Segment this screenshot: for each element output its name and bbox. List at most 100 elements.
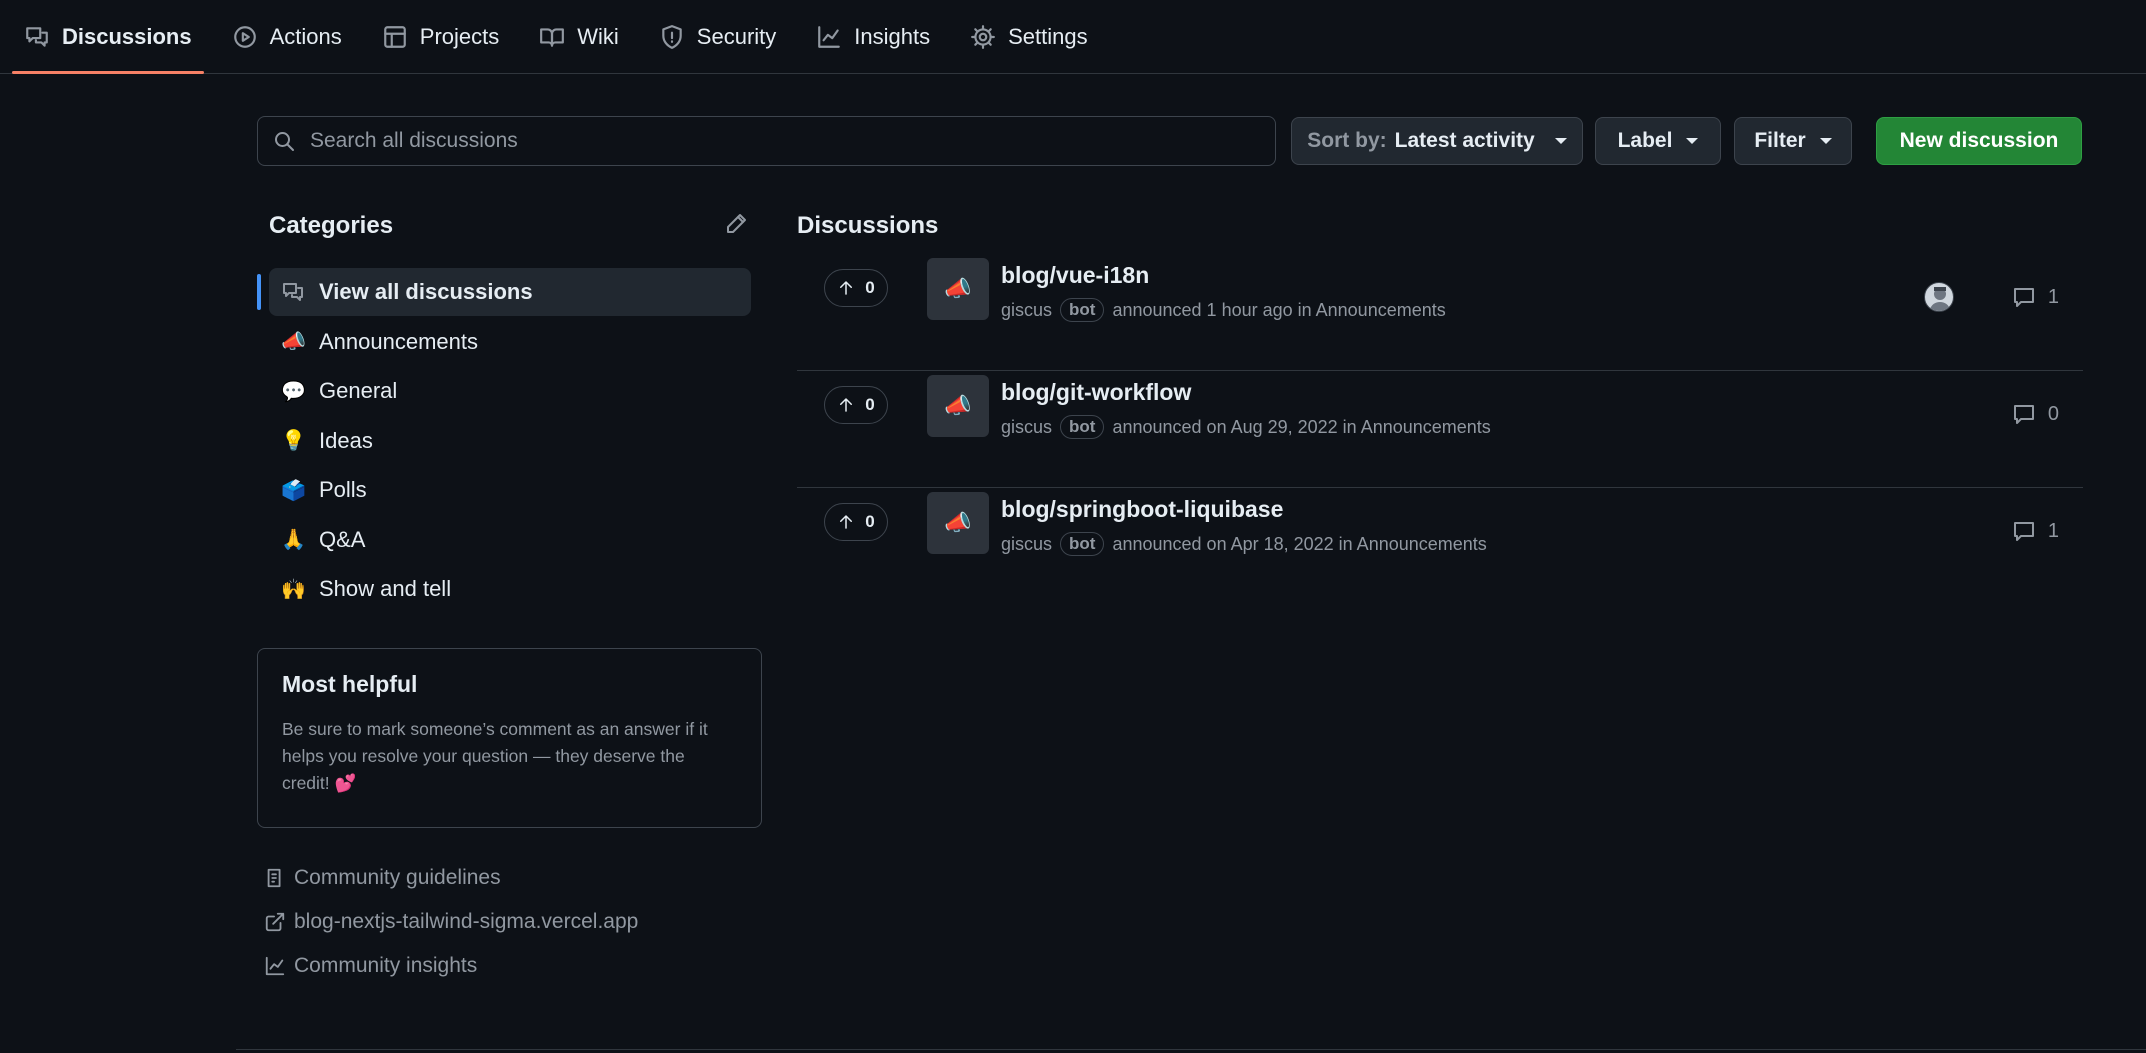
category-show-and-tell[interactable]: 🙌 Show and tell	[257, 565, 751, 613]
sort-value: Latest activity	[1394, 129, 1535, 152]
arrow-up-icon	[840, 515, 853, 529]
pencil-icon[interactable]	[724, 212, 748, 236]
category-emoji-tile: 📣	[927, 258, 989, 320]
tab-label: Security	[696, 23, 777, 49]
discussion-row: 0 📣 blog/vue-i18n giscus bot announced 1…	[797, 254, 2083, 371]
discussions-title: Discussions	[797, 212, 939, 239]
most-helpful-text: Be sure to mark someone’s comment as an …	[282, 719, 708, 793]
repo-nav: Discussions Actions Projects Wiki Securi…	[0, 0, 2146, 74]
upvote-button[interactable]: 0	[824, 503, 888, 541]
raising-hands-icon: 🙌	[281, 578, 306, 601]
sort-prefix: Sort by:	[1307, 129, 1387, 152]
comment-count-value: 1	[2047, 519, 2059, 542]
upvote-button[interactable]: 0	[824, 269, 888, 307]
filter-button-text: Filter	[1754, 129, 1806, 152]
category-label: Polls	[319, 477, 367, 502]
discussion-row: 0 📣 blog/springboot-liquibase giscus bot…	[797, 488, 2083, 605]
bot-badge: bot	[1060, 415, 1105, 439]
category-general[interactable]: 💬 General	[257, 367, 751, 415]
category-announcements[interactable]: 📣 Announcements	[257, 318, 751, 366]
filter-dropdown-button[interactable]: Filter	[1734, 117, 1852, 165]
category-polls[interactable]: 🗳️ Polls	[257, 466, 751, 514]
category-list: View all discussions 📣 Announcements 💬 G…	[257, 268, 751, 615]
sidebar-links: Community guidelines blog-nextjs-tailwin…	[264, 856, 638, 988]
tab-settings[interactable]: Settings	[958, 0, 1100, 73]
link-label: Community guidelines	[294, 866, 501, 889]
tab-label: Discussions	[62, 23, 192, 49]
community-guidelines-link[interactable]: Community guidelines	[264, 856, 638, 900]
discussion-meta: giscus bot announced on Apr 18, 2022 in …	[1001, 532, 1487, 556]
category-label: Ideas	[319, 427, 373, 453]
discussion-meta: giscus bot announced on Aug 29, 2022 in …	[1001, 415, 1491, 439]
label-dropdown-button[interactable]: Label	[1595, 117, 1721, 165]
bot-badge: bot	[1060, 298, 1105, 322]
search-input[interactable]	[310, 129, 1275, 153]
search-box[interactable]	[257, 116, 1276, 166]
comment-icon	[2013, 522, 2034, 541]
category-qa[interactable]: 🙏 Q&A	[257, 516, 751, 564]
bot-badge: bot	[1060, 532, 1105, 556]
upvote-count: 0	[865, 395, 875, 414]
author-link[interactable]: giscus	[1001, 417, 1052, 438]
sort-dropdown-button[interactable]: Sort by: Latest activity	[1291, 117, 1583, 165]
ballot-box-icon: 🗳️	[281, 479, 306, 502]
tab-label: Settings	[1008, 23, 1088, 49]
comment-count[interactable]: 1	[2012, 519, 2059, 543]
discussion-title[interactable]: blog/vue-i18n	[1001, 262, 1149, 289]
footer-divider	[236, 1049, 2146, 1050]
triangle-down-icon	[1554, 138, 1567, 144]
upvote-button[interactable]: 0	[824, 386, 888, 424]
author-link[interactable]: giscus	[1001, 300, 1052, 321]
new-discussion-button[interactable]: New discussion	[1876, 117, 2082, 165]
categories-title: Categories	[269, 212, 394, 239]
comment-discussion-icon	[26, 26, 48, 47]
category-label: General	[319, 378, 398, 403]
tab-label: Wiki	[577, 23, 619, 49]
discussion-meta-text: announced on Apr 18, 2022 in Announcemen…	[1112, 533, 1487, 554]
comment-icon	[2013, 405, 2034, 424]
comment-count[interactable]: 1	[2012, 285, 2059, 309]
category-emoji-tile: 📣	[927, 375, 989, 437]
triangle-down-icon	[1819, 138, 1832, 144]
tab-insights[interactable]: Insights	[804, 0, 942, 73]
comment-count-value: 1	[2047, 285, 2059, 308]
link-external-icon	[265, 912, 285, 932]
upvote-count: 0	[865, 278, 875, 297]
discussion-list: 0 📣 blog/vue-i18n giscus bot announced 1…	[797, 254, 2083, 605]
community-insights-link[interactable]: Community insights	[264, 944, 638, 988]
megaphone-icon: 📣	[281, 331, 306, 353]
triangle-down-icon	[1686, 138, 1699, 144]
discussion-meta-text: announced on Aug 29, 2022 in Announcemen…	[1112, 416, 1491, 437]
comment-count-value: 0	[2047, 402, 2059, 425]
category-ideas[interactable]: 💡 Ideas	[257, 417, 751, 465]
discussion-meta: giscus bot announced 1 hour ago in Annou…	[1001, 298, 1446, 322]
category-view-all[interactable]: View all discussions	[257, 268, 751, 316]
book-guidelines-icon	[267, 868, 281, 888]
avatar[interactable]	[1924, 282, 1954, 312]
person-icon	[1929, 287, 1951, 311]
tab-security[interactable]: Security	[647, 0, 788, 73]
megaphone-icon: 📣	[944, 393, 972, 418]
megaphone-icon: 📣	[944, 276, 972, 301]
category-label: Show and tell	[319, 576, 452, 601]
comment-icon	[2013, 288, 2034, 307]
discussion-title[interactable]: blog/git-workflow	[1001, 379, 1191, 406]
label-button-text: Label	[1617, 129, 1673, 152]
website-link[interactable]: blog-nextjs-tailwind-sigma.vercel.app	[264, 900, 638, 944]
tab-actions[interactable]: Actions	[220, 0, 354, 73]
megaphone-icon: 📣	[944, 510, 972, 535]
speech-balloon-icon: 💬	[281, 380, 306, 403]
author-link[interactable]: giscus	[1001, 534, 1052, 555]
comment-count[interactable]: 0	[2012, 402, 2059, 426]
tab-label: Actions	[269, 23, 342, 49]
tab-wiki[interactable]: Wiki	[527, 0, 631, 73]
tab-label: Insights	[854, 23, 931, 49]
book-icon	[540, 27, 565, 47]
discussion-title[interactable]: blog/springboot-liquibase	[1001, 496, 1283, 523]
gear-icon	[971, 24, 996, 49]
play-icon	[233, 25, 256, 48]
link-label: Community insights	[294, 954, 478, 977]
tab-projects[interactable]: Projects	[370, 0, 511, 73]
tab-discussions[interactable]: Discussions	[12, 0, 204, 74]
new-discussion-label: New discussion	[1899, 129, 2059, 152]
